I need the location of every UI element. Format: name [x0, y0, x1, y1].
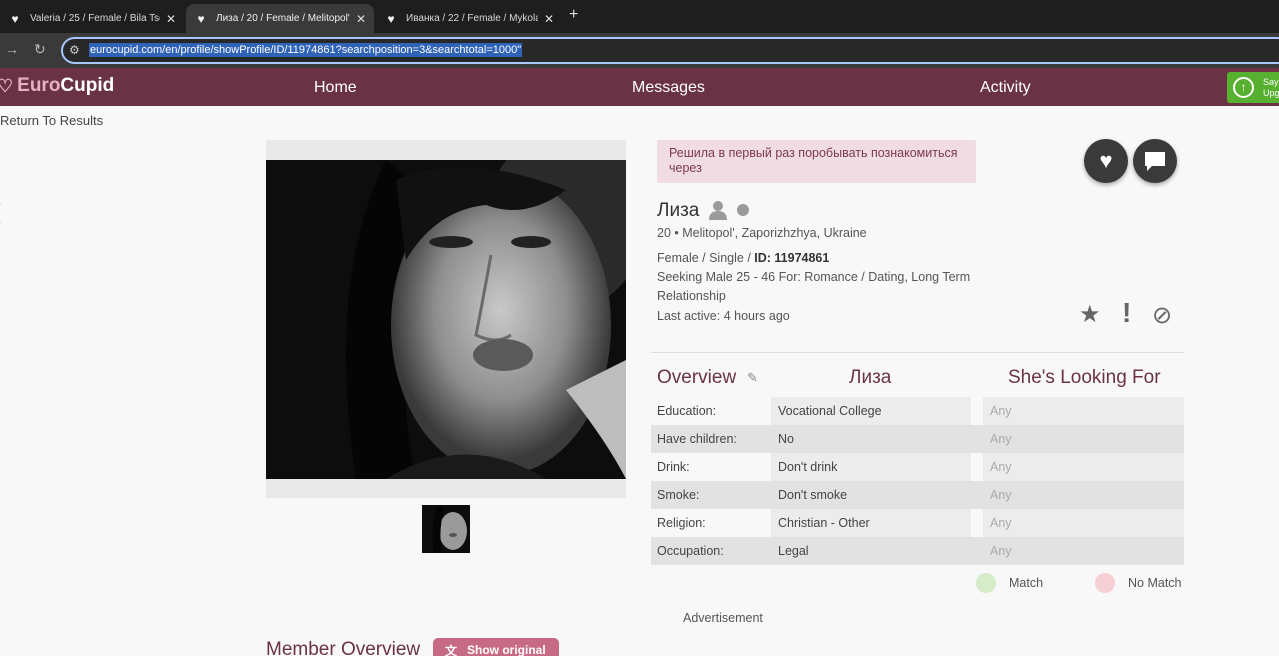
row-label: Have children:: [657, 432, 737, 446]
tab-title: Valeria / 25 / Female / Bila Tserkva: [30, 13, 160, 24]
last-active: Last active: 4 hours ago: [657, 309, 790, 323]
row-label: Drink:: [657, 460, 690, 474]
show-original-button[interactable]: 文 Show original: [433, 638, 559, 656]
photo-thumbnail[interactable]: [422, 505, 470, 553]
upgrade-label-2: Upg: [1263, 88, 1279, 98]
block-icon[interactable]: ⊘: [1152, 301, 1172, 330]
overview-heading: Overview: [657, 367, 737, 388]
row-label: Occupation:: [657, 544, 724, 558]
star-icon[interactable]: ★: [1079, 300, 1101, 329]
translate-icon: 文: [445, 643, 458, 656]
profile-id: ID: 11974861: [754, 251, 830, 265]
nav-home[interactable]: Home: [314, 79, 357, 97]
address-url[interactable]: eurocupid.com/en/profile/showProfile/ID/…: [89, 43, 523, 57]
row-looking: Any: [990, 404, 1012, 418]
no-match-dot-icon: [1095, 573, 1115, 593]
logo-heart-icon: ♡: [0, 75, 14, 96]
new-tab-icon[interactable]: +: [569, 6, 578, 24]
member-overview-heading: Member Overview: [266, 639, 421, 656]
online-status-dot-icon: [737, 204, 749, 216]
address-bar[interactable]: ⚙ eurocupid.com/en/profile/showProfile/I…: [61, 37, 1279, 64]
table-row: Have children: No Any: [651, 425, 1184, 453]
heart-favicon-icon: ♥: [197, 11, 205, 26]
location-line: 20 • Melitopol', Zaporizhzhya, Ukraine: [657, 226, 867, 240]
legend-no-match-label: No Match: [1128, 576, 1182, 590]
eurocupid-logo[interactable]: ♡ Euro Cupid: [0, 75, 114, 97]
close-icon[interactable]: ✕: [356, 12, 366, 26]
user-icon: [709, 201, 727, 220]
upgrade-button[interactable]: ↑ Say Upg: [1227, 72, 1279, 103]
report-icon[interactable]: !: [1122, 297, 1131, 329]
row-value: Christian - Other: [778, 516, 870, 530]
nav-activity[interactable]: Activity: [980, 79, 1031, 97]
close-icon[interactable]: ✕: [166, 12, 176, 26]
site-settings-icon[interactable]: ⚙: [69, 43, 80, 57]
table-row: Education: Vocational College Any: [651, 397, 1184, 425]
table-row: Drink: Don't drink Any: [651, 453, 1184, 481]
tab-title: Иванка / 22 / Female / Mykolayiv: [406, 13, 538, 24]
logo-suffix: Cupid: [60, 75, 115, 96]
advertisement-label: Advertisement: [683, 611, 763, 625]
pencil-icon[interactable]: ✎: [747, 370, 758, 386]
tab-valeria[interactable]: ♥ Valeria / 25 / Female / Bila Tserkva ✕: [0, 4, 184, 33]
legend-match: Match: [976, 573, 1043, 593]
table-row: Smoke: Don't smoke Any: [651, 481, 1184, 509]
row-value: No: [778, 432, 794, 446]
show-original-label: Show original: [467, 643, 546, 656]
reload-icon[interactable]: ↻: [34, 41, 46, 58]
row-label: Smoke:: [657, 488, 700, 502]
upgrade-label-1: Say: [1263, 77, 1279, 87]
arrow-up-icon: ↑: [1233, 77, 1254, 98]
chat-bubble-icon: [1145, 152, 1165, 171]
row-label: Religion:: [657, 516, 706, 530]
divider: [651, 352, 1184, 353]
row-looking: Any: [990, 432, 1012, 446]
like-button[interactable]: ♥: [1084, 139, 1128, 183]
heart-icon: ♥: [1099, 148, 1113, 173]
tab-strip: ♥ Valeria / 25 / Female / Bila Tserkva ✕…: [0, 0, 1279, 33]
row-value: Vocational College: [778, 404, 882, 418]
table-row: Occupation: Legal Any: [651, 537, 1184, 565]
browser-toolbar: → ↻ ⚙ eurocupid.com/en/profile/showProfi…: [0, 33, 1279, 68]
row-value: Legal: [778, 544, 809, 558]
table-row: Religion: Christian - Other Any: [651, 509, 1184, 537]
row-looking: Any: [990, 460, 1012, 474]
close-icon[interactable]: ✕: [544, 12, 554, 26]
her-column-heading: Лиза: [849, 367, 892, 388]
seeking-line: Seeking Male 25 - 46 For: Romance / Dati…: [657, 270, 971, 303]
logo-prefix: Euro: [17, 75, 61, 96]
message-button[interactable]: [1133, 139, 1177, 183]
gender-status: Female / Single /: [657, 251, 755, 265]
legend-no-match: No Match: [1095, 573, 1182, 593]
gender-status-line: Female / Single / ID: 11974861: [657, 249, 829, 268]
profile-photo[interactable]: [266, 160, 626, 479]
row-looking: Any: [990, 488, 1012, 502]
row-value: Don't smoke: [778, 488, 848, 502]
profile-headline: Решила в первый раз поробывать познакоми…: [657, 140, 976, 183]
forward-icon[interactable]: →: [5, 41, 19, 57]
tab-title: Лиза / 20 / Female / Melitopol': [216, 13, 350, 24]
row-looking: Any: [990, 516, 1012, 530]
tab-ivanka[interactable]: ♥ Иванка / 22 / Female / Mykolayiv ✕: [376, 4, 562, 33]
heart-favicon-icon: ♥: [11, 11, 19, 26]
legend-match-label: Match: [1009, 576, 1044, 590]
nav-messages[interactable]: Messages: [632, 79, 705, 97]
tab-liza[interactable]: ♥ Лиза / 20 / Female / Melitopol' ✕: [186, 4, 374, 33]
name-icons: [709, 200, 749, 220]
return-to-results-link[interactable]: Return To Results: [0, 113, 103, 128]
profile-name: Лиза: [657, 200, 700, 221]
row-looking: Any: [990, 544, 1012, 558]
site-header: ♡ Euro Cupid Home Messages Activity ↑ Say…: [0, 68, 1279, 106]
row-label: Education:: [657, 404, 717, 418]
heart-favicon-icon: ♥: [387, 11, 395, 26]
browser-window: ♥ Valeria / 25 / Female / Bila Tserkva ✕…: [0, 0, 1279, 656]
looking-for-heading: She's Looking For: [1008, 367, 1161, 388]
chevron-left-icon[interactable]: ‹: [0, 180, 3, 240]
row-value: Don't drink: [778, 460, 838, 474]
match-dot-icon: [976, 573, 996, 593]
